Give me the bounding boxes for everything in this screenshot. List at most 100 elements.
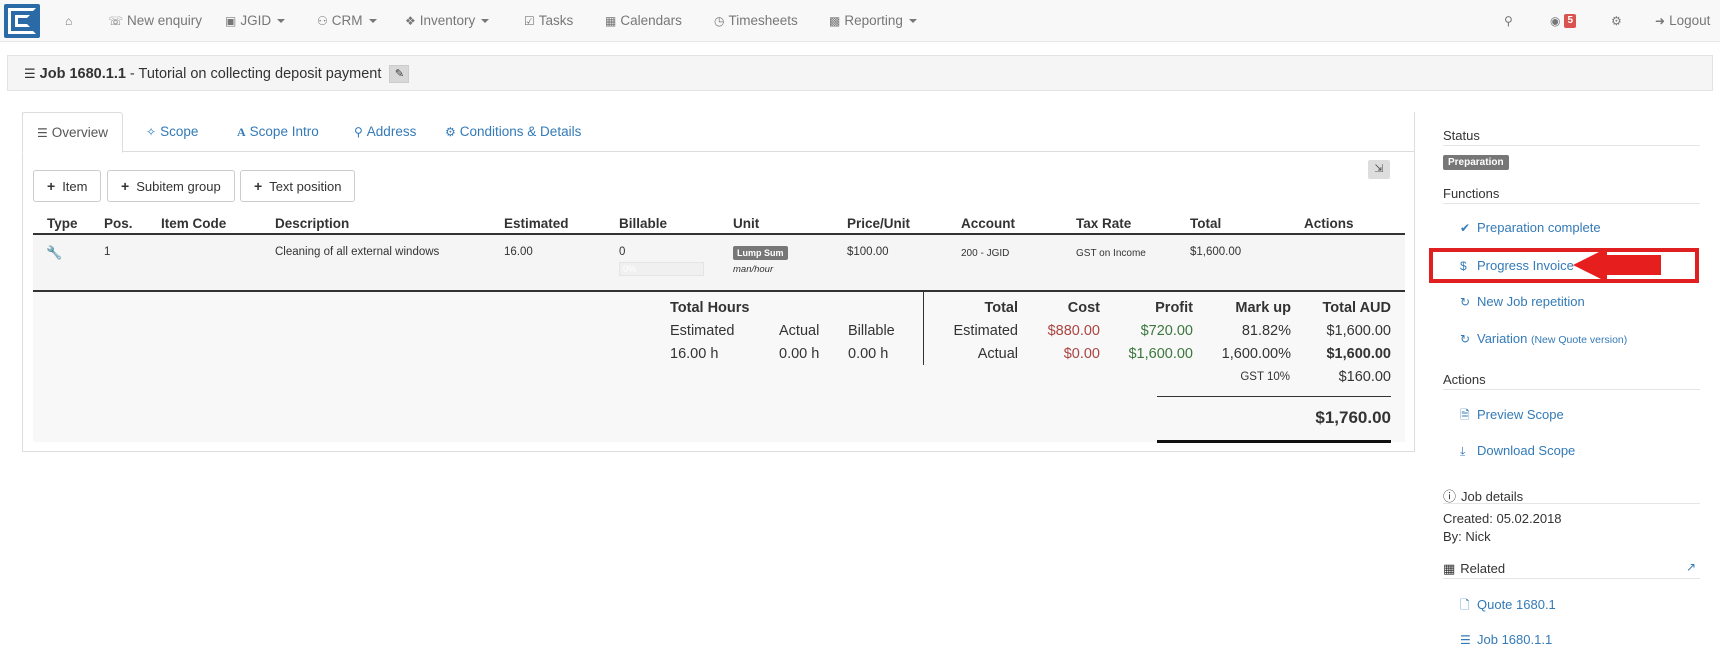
billable-progress-bar: 0% bbox=[619, 262, 704, 276]
nav-inventory[interactable]: ❖ Inventory bbox=[405, 0, 490, 42]
page-header: ☰ Job 1680.1.1 - Tutorial on collecting d… bbox=[7, 55, 1713, 91]
divider bbox=[1443, 503, 1700, 504]
job-number: Job 1680.1.1 bbox=[39, 65, 126, 82]
col-header-unit: Unit bbox=[733, 216, 760, 231]
nav-settings[interactable]: ⚙ bbox=[1611, 0, 1626, 42]
divider bbox=[1443, 389, 1700, 390]
col-header-type: Type bbox=[47, 216, 78, 231]
actual-row-label: Actual bbox=[977, 346, 1018, 362]
hours-header-billable: Billable bbox=[848, 323, 895, 339]
calendar-icon: ▦ bbox=[605, 14, 617, 28]
cell-account: 200 - JGID bbox=[961, 248, 1010, 259]
logout-icon: ➜ bbox=[1655, 14, 1666, 28]
download-scope-link[interactable]: ⤓ Download Scope bbox=[1460, 443, 1575, 459]
nav-reporting[interactable]: ▩ Reporting bbox=[829, 0, 917, 42]
preparation-complete-link[interactable]: ✔ Preparation complete bbox=[1460, 220, 1601, 235]
col-header-description: Description bbox=[275, 216, 350, 231]
total-hours-title: Total Hours bbox=[670, 300, 750, 316]
pointer-arrow-body bbox=[1605, 255, 1661, 275]
preview-scope-link[interactable]: 🗎 Preview Scope bbox=[1460, 406, 1564, 427]
col-header-item-code: Item Code bbox=[161, 216, 227, 231]
nav-new-enquiry[interactable]: ☏ New enquiry bbox=[108, 0, 202, 42]
cell-price-unit: $100.00 bbox=[847, 246, 889, 258]
job-title: - Tutorial on collecting deposit payment bbox=[125, 65, 382, 82]
actual-profit: $1,600.00 bbox=[1128, 346, 1193, 362]
compress-button[interactable]: ⇲ bbox=[1368, 160, 1390, 179]
status-badge: Preparation bbox=[1443, 155, 1509, 170]
nav-tasks[interactable]: ☑ Tasks bbox=[524, 0, 573, 42]
tab-address[interactable]: ⚲ Address bbox=[354, 112, 416, 152]
new-job-repetition-link[interactable]: ↻ New Job repetition bbox=[1460, 294, 1585, 309]
tab-scope-intro[interactable]: A Scope Intro bbox=[237, 112, 319, 152]
actual-total-aud: $1,600.00 bbox=[1326, 346, 1391, 362]
gst-value: $160.00 bbox=[1338, 369, 1391, 385]
nav-notifications[interactable]: ◉ 5 bbox=[1550, 0, 1577, 42]
nav-timesheets[interactable]: ◷ Timesheets bbox=[714, 0, 798, 42]
related-quote-link[interactable]: 🗋 Quote 1680.1 bbox=[1460, 596, 1556, 617]
functions-heading: Functions bbox=[1443, 186, 1500, 201]
tab-conditions-details[interactable]: ⚙ Conditions & Details bbox=[445, 112, 581, 152]
add-item-button[interactable]: + Item bbox=[33, 170, 102, 202]
col-header-pos: Pos. bbox=[104, 216, 133, 231]
chevron-down-icon bbox=[908, 19, 917, 24]
nav-search[interactable]: ⚲ bbox=[1504, 0, 1517, 42]
tab-scope[interactable]: ✧ Scope bbox=[146, 112, 198, 152]
check-icon: ✔ bbox=[1460, 221, 1471, 235]
pencil-icon: ✎ bbox=[394, 68, 405, 80]
col-header-billable: Billable bbox=[619, 216, 668, 231]
nav-logout[interactable]: ➜ Logout bbox=[1655, 0, 1710, 42]
file-icon: 🗋 bbox=[1460, 598, 1470, 612]
jgid-icon: ▣ bbox=[225, 14, 237, 28]
status-heading: Status bbox=[1443, 128, 1480, 143]
chevron-down-icon bbox=[368, 19, 377, 24]
cogs-icon: ⚙ bbox=[445, 125, 456, 139]
total-divider bbox=[1157, 396, 1391, 397]
tab-bar: ☰ Overview ✧ Scope A Scope Intro ⚲ Address ⚙… bbox=[22, 112, 1415, 153]
edit-title-button[interactable]: ✎ bbox=[389, 65, 410, 83]
table-row[interactable] bbox=[33, 235, 1405, 290]
fin-header-cost: Cost bbox=[1067, 300, 1100, 316]
cubes-icon: ❖ bbox=[405, 14, 416, 28]
app-logo[interactable] bbox=[4, 4, 40, 38]
fin-header-profit: Profit bbox=[1155, 300, 1193, 316]
divider bbox=[1443, 578, 1700, 579]
estimated-markup: 81.82% bbox=[1241, 323, 1291, 339]
nav-crm[interactable]: ⚇ CRM bbox=[317, 0, 377, 42]
nav-calendars[interactable]: ▦ Calendars bbox=[605, 0, 682, 42]
plus-icon: + bbox=[47, 178, 56, 194]
summary-divider bbox=[923, 292, 924, 365]
crosshairs-icon: ✧ bbox=[146, 125, 157, 139]
wrench-icon: 🔧 bbox=[46, 245, 63, 260]
refresh-icon: ↻ bbox=[1460, 295, 1471, 309]
gst-label: GST 10% bbox=[1240, 371, 1290, 383]
fin-header-markup: Mark up bbox=[1235, 300, 1291, 316]
external-link-icon[interactable]: ↗ bbox=[1686, 560, 1696, 574]
actual-cost: $0.00 bbox=[1063, 346, 1100, 362]
nav-jgid[interactable]: ▣ JGID bbox=[225, 0, 286, 42]
actions-heading: Actions bbox=[1443, 372, 1486, 387]
users-icon: ⚇ bbox=[317, 14, 328, 28]
info-icon: ⓘ bbox=[1443, 489, 1457, 504]
divider bbox=[1443, 203, 1700, 204]
font-icon: A bbox=[237, 125, 246, 139]
hours-header-actual: Actual bbox=[779, 323, 820, 339]
col-header-estimated: Estimated bbox=[504, 216, 569, 231]
tab-overview[interactable]: ☰ Overview bbox=[22, 112, 124, 153]
estimated-cost: $880.00 bbox=[1047, 323, 1100, 339]
related-job-link[interactable]: ☰ Job 1680.1.1 bbox=[1460, 632, 1552, 647]
gears-icon: ⚙ bbox=[1611, 14, 1622, 28]
nav-home[interactable]: ⌂ bbox=[65, 0, 76, 42]
actual-markup: 1,600.00% bbox=[1221, 346, 1291, 362]
variation-link[interactable]: ↻ Variation (New Quote version) bbox=[1460, 331, 1627, 346]
book-icon: ▦ bbox=[1443, 561, 1456, 576]
chevron-down-icon bbox=[277, 19, 286, 24]
add-subitem-group-button[interactable]: + Subitem group bbox=[107, 170, 235, 202]
search-icon: ⚲ bbox=[1504, 14, 1513, 28]
map-marker-icon: ⚲ bbox=[354, 125, 363, 139]
check-square-icon: ☑ bbox=[524, 14, 535, 28]
created-date: Created: 05.02.2018 bbox=[1443, 511, 1562, 526]
col-header-price-unit: Price/Unit bbox=[847, 216, 911, 231]
cell-description: Cleaning of all external windows bbox=[275, 246, 440, 258]
add-text-position-button[interactable]: + Text position bbox=[240, 170, 356, 202]
related-heading: ▦ Related bbox=[1443, 561, 1506, 576]
